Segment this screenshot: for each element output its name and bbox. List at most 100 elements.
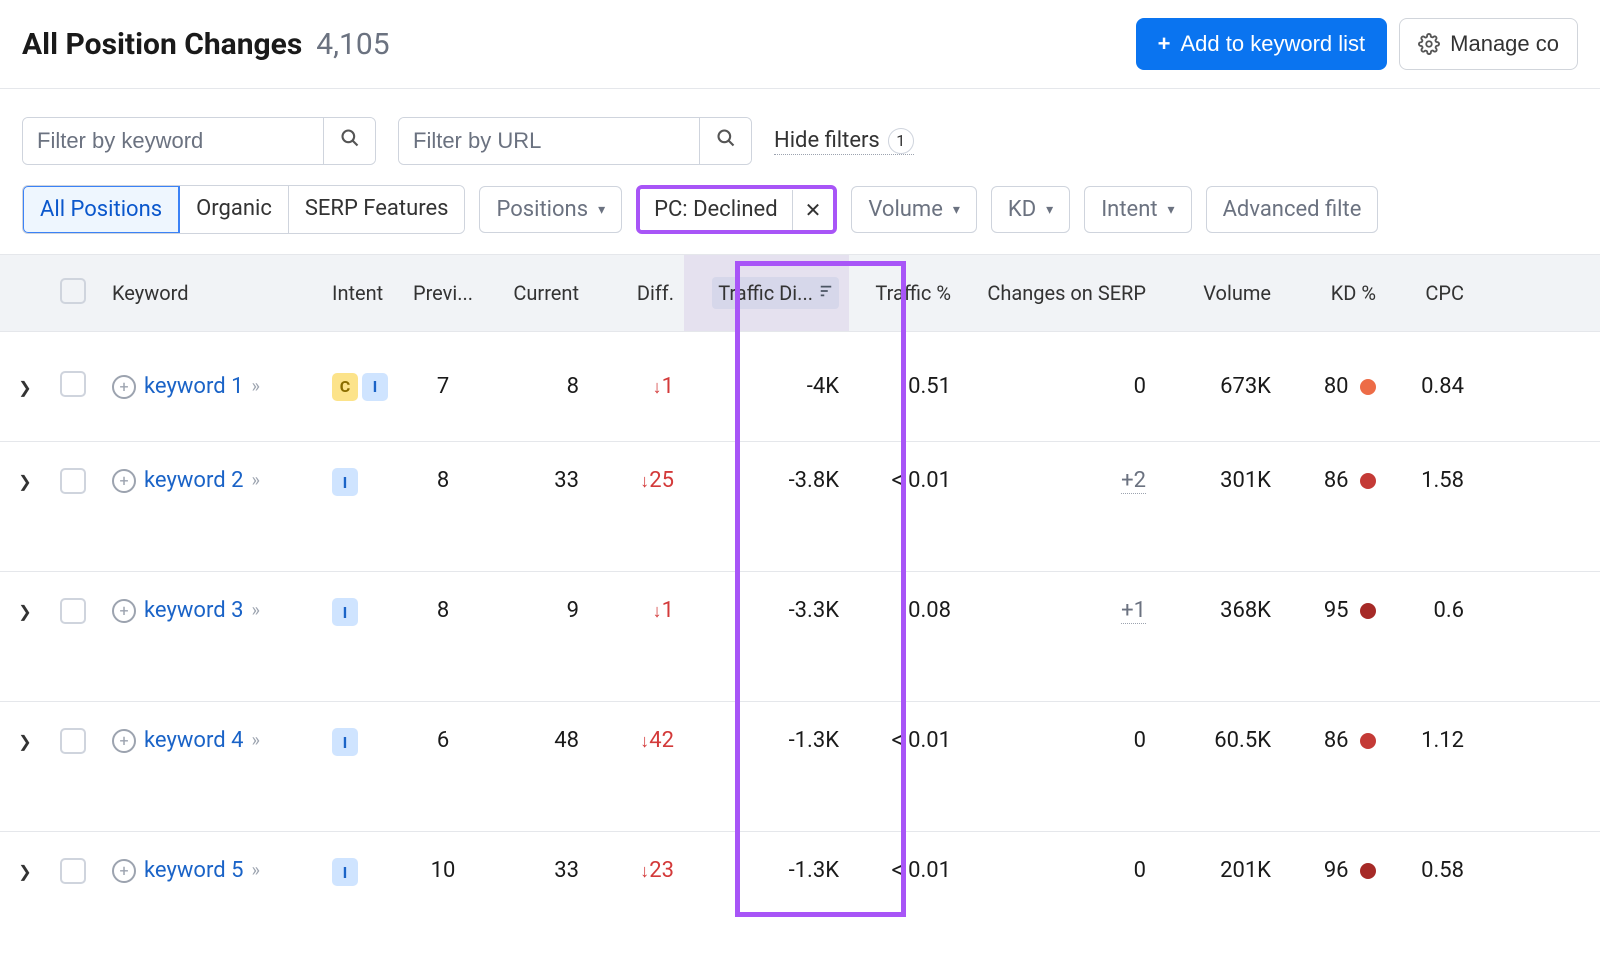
hide-filters-label: Hide filters bbox=[774, 128, 880, 153]
intent-badge-c: C bbox=[332, 373, 358, 401]
th-traffic-diff[interactable]: Traffic Di... bbox=[684, 255, 849, 331]
diff-cell: ↓25 bbox=[589, 468, 684, 493]
page-title: All Position Changes bbox=[22, 27, 302, 62]
row-checkbox[interactable] bbox=[60, 858, 86, 884]
kd-dot-icon bbox=[1360, 733, 1376, 749]
kd-cell: 86 bbox=[1281, 468, 1386, 493]
keyword-search-button[interactable] bbox=[323, 118, 375, 164]
down-arrow-icon: ↓ bbox=[653, 377, 662, 398]
th-kd[interactable]: KD % bbox=[1281, 281, 1386, 305]
keyword-cell: + keyword 5 » bbox=[112, 858, 312, 883]
page-header: All Position Changes 4,105 + Add to keyw… bbox=[0, 0, 1600, 89]
advanced-filters-dropdown[interactable]: Advanced filte bbox=[1206, 186, 1379, 233]
add-to-keyword-list-button[interactable]: + Add to keyword list bbox=[1136, 18, 1388, 70]
traffic-diff-cell: -4K bbox=[684, 374, 849, 399]
pc-chip-close-button[interactable]: ✕ bbox=[792, 190, 834, 230]
add-button-label: Add to keyword list bbox=[1181, 31, 1366, 57]
th-changes[interactable]: Changes on SERP bbox=[961, 281, 1156, 305]
expand-row-button[interactable]: ❯ bbox=[18, 602, 31, 621]
tab-all-positions[interactable]: All Positions bbox=[22, 185, 180, 234]
positions-dropdown[interactable]: Positions ▾ bbox=[479, 186, 622, 233]
volume-cell: 368K bbox=[1156, 598, 1281, 623]
pc-chip-label[interactable]: PC: Declined bbox=[640, 189, 792, 230]
add-keyword-button[interactable]: + bbox=[112, 599, 136, 623]
keyword-link[interactable]: keyword 1 bbox=[144, 374, 243, 399]
url-search-button[interactable] bbox=[699, 118, 751, 164]
add-keyword-button[interactable]: + bbox=[112, 729, 136, 753]
search-icon bbox=[340, 128, 360, 154]
intent-cell: I bbox=[322, 468, 402, 496]
traffic-pct-cell: < 0.01 bbox=[849, 728, 961, 753]
add-keyword-button[interactable]: + bbox=[112, 469, 136, 493]
keyword-link[interactable]: keyword 3 bbox=[144, 598, 243, 623]
cpc-cell: 0.6 bbox=[1386, 598, 1486, 623]
expand-row-button[interactable]: ❯ bbox=[18, 378, 31, 397]
search-icon bbox=[716, 128, 736, 154]
changes-link[interactable]: +2 bbox=[1121, 468, 1146, 494]
previous-cell: 6 bbox=[402, 728, 484, 753]
volume-cell: 673K bbox=[1156, 374, 1281, 399]
traffic-diff-cell: -3.8K bbox=[684, 468, 849, 493]
th-cpc[interactable]: CPC bbox=[1386, 281, 1486, 305]
kd-dot-icon bbox=[1360, 603, 1376, 619]
current-cell: 8 bbox=[484, 374, 589, 399]
url-filter-group bbox=[398, 117, 752, 165]
kd-dropdown[interactable]: KD ▾ bbox=[991, 186, 1070, 233]
changes-link[interactable]: +1 bbox=[1121, 598, 1146, 624]
keyword-filter-input[interactable] bbox=[23, 118, 323, 164]
th-intent[interactable]: Intent bbox=[322, 281, 402, 305]
kd-dot-icon bbox=[1360, 379, 1376, 395]
url-filter-input[interactable] bbox=[399, 118, 699, 164]
table-body: ❯ + keyword 1 » CI 7 8 ↓1 -4K 0.51 0 673… bbox=[0, 332, 1600, 962]
intent-cell: CI bbox=[322, 373, 402, 401]
expand-row-button[interactable]: ❯ bbox=[18, 472, 31, 491]
down-arrow-icon: ↓ bbox=[653, 601, 662, 622]
intent-badge-i: I bbox=[332, 728, 358, 756]
expand-row-button[interactable]: ❯ bbox=[18, 732, 31, 751]
current-cell: 48 bbox=[484, 728, 589, 753]
external-arrows-icon: » bbox=[251, 730, 259, 751]
tab-serp-features[interactable]: SERP Features bbox=[289, 186, 465, 233]
external-arrows-icon: » bbox=[251, 376, 259, 397]
row-checkbox[interactable] bbox=[60, 728, 86, 754]
select-all-checkbox[interactable] bbox=[60, 278, 86, 304]
positions-label: Positions bbox=[496, 197, 588, 222]
chevron-down-icon: ▾ bbox=[1046, 202, 1053, 218]
tab-organic[interactable]: Organic bbox=[180, 186, 289, 233]
previous-cell: 10 bbox=[402, 858, 484, 883]
keyword-cell: + keyword 4 » bbox=[112, 728, 312, 753]
keyword-cell: + keyword 1 » bbox=[112, 374, 312, 399]
volume-dropdown[interactable]: Volume ▾ bbox=[851, 186, 977, 233]
row-checkbox[interactable] bbox=[60, 598, 86, 624]
th-checkbox bbox=[50, 278, 102, 309]
intent-badge-i: I bbox=[362, 373, 388, 401]
th-keyword[interactable]: Keyword bbox=[102, 281, 322, 305]
external-arrows-icon: » bbox=[251, 600, 259, 621]
changes-cell: 0 bbox=[961, 374, 1156, 399]
row-checkbox[interactable] bbox=[60, 468, 86, 494]
th-previous[interactable]: Previ... bbox=[402, 281, 484, 305]
changes-value: 0 bbox=[1134, 374, 1146, 399]
hide-filters-count: 1 bbox=[888, 128, 914, 154]
expand-row-button[interactable]: ❯ bbox=[18, 862, 31, 881]
keyword-link[interactable]: keyword 2 bbox=[144, 468, 243, 493]
keyword-cell: + keyword 2 » bbox=[112, 468, 312, 493]
add-keyword-button[interactable]: + bbox=[112, 375, 136, 399]
add-keyword-button[interactable]: + bbox=[112, 859, 136, 883]
down-arrow-icon: ↓ bbox=[640, 471, 649, 492]
th-volume[interactable]: Volume bbox=[1156, 281, 1281, 305]
keyword-link[interactable]: keyword 4 bbox=[144, 728, 243, 753]
intent-cell: I bbox=[322, 598, 402, 626]
manage-columns-button[interactable]: Manage co bbox=[1399, 18, 1578, 70]
th-traffic-pct[interactable]: Traffic % bbox=[849, 281, 961, 305]
keyword-link[interactable]: keyword 5 bbox=[144, 858, 243, 883]
row-checkbox[interactable] bbox=[60, 371, 86, 397]
cpc-cell: 1.12 bbox=[1386, 728, 1486, 753]
intent-dropdown[interactable]: Intent ▾ bbox=[1084, 186, 1191, 233]
hide-filters-link[interactable]: Hide filters 1 bbox=[774, 128, 914, 155]
th-current[interactable]: Current bbox=[484, 281, 589, 305]
advanced-label: Advanced filte bbox=[1223, 197, 1362, 222]
page-count: 4,105 bbox=[316, 27, 389, 62]
current-cell: 9 bbox=[484, 598, 589, 623]
th-diff[interactable]: Diff. bbox=[589, 281, 684, 305]
